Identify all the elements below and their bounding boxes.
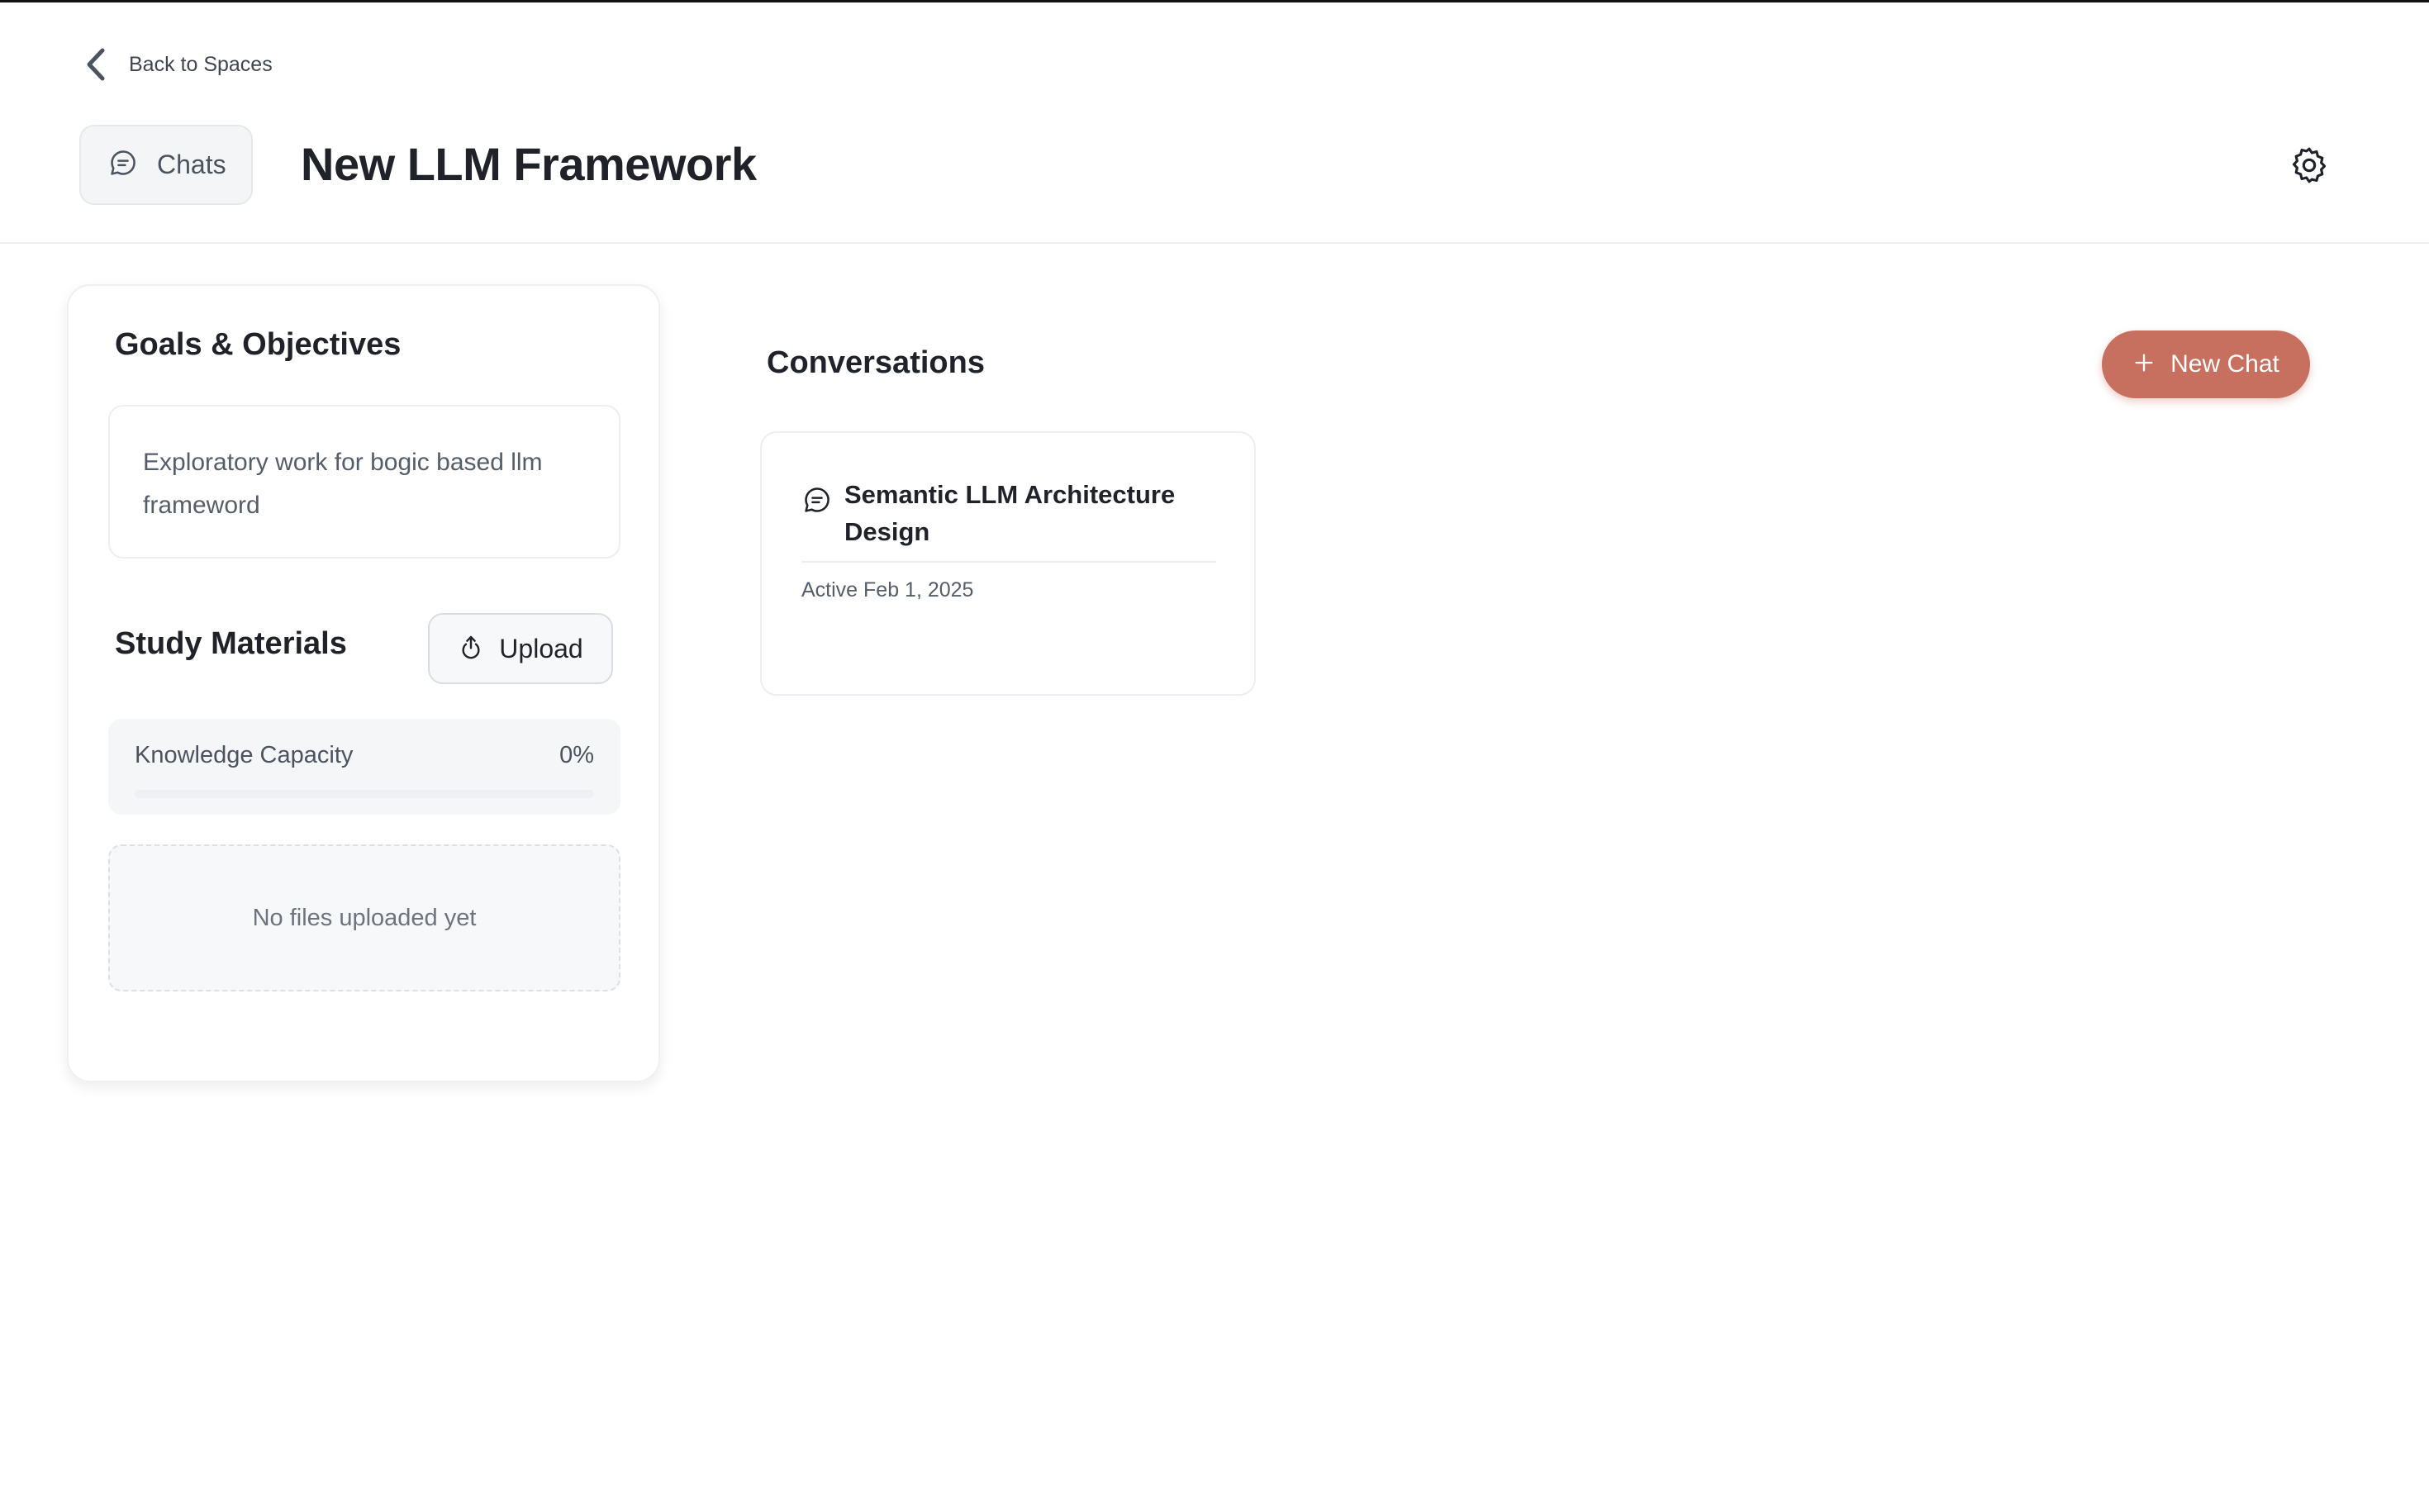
- conversation-activity: Active Feb 1, 2025: [801, 578, 974, 601]
- conversations-heading: Conversations: [767, 345, 985, 380]
- new-chat-button[interactable]: New Chat: [2102, 330, 2310, 398]
- upload-label: Upload: [499, 633, 583, 663]
- space-details-panel: Goals & Objectives Exploratory work for …: [67, 284, 660, 1082]
- header-divider: [0, 242, 2429, 244]
- goals-text[interactable]: Exploratory work for bogic based llm fra…: [108, 405, 620, 559]
- conversation-title: Semantic LLM Architecture Design: [844, 480, 1176, 546]
- conversation-card[interactable]: Semantic LLM Architecture Design Active …: [760, 431, 1256, 696]
- back-to-spaces-label: Back to Spaces: [129, 52, 273, 76]
- upload-button[interactable]: Upload: [428, 613, 613, 684]
- top-border: [0, 0, 2429, 2]
- capacity-label: Knowledge Capacity: [135, 742, 354, 768]
- upload-icon: [458, 634, 484, 664]
- chats-button[interactable]: Chats: [79, 125, 253, 205]
- capacity-progress-bar: [135, 790, 594, 798]
- knowledge-capacity: Knowledge Capacity 0%: [108, 719, 620, 815]
- plus-icon: [2132, 351, 2156, 378]
- chat-bubble-icon: [801, 484, 833, 516]
- back-to-spaces-link[interactable]: Back to Spaces: [81, 45, 273, 84]
- capacity-value: 0%: [559, 742, 594, 768]
- chevron-left-icon: [81, 45, 111, 84]
- files-empty-state: No files uploaded yet: [108, 844, 620, 991]
- page-title: New LLM Framework: [301, 138, 757, 190]
- gear-icon[interactable]: [2289, 145, 2330, 186]
- chats-label: Chats: [157, 150, 226, 179]
- study-materials-heading: Study Materials: [115, 626, 347, 661]
- conversation-divider: [801, 561, 1216, 563]
- goals-heading: Goals & Objectives: [115, 327, 402, 362]
- chat-bubble-icon: [107, 147, 139, 183]
- new-chat-label: New Chat: [2170, 350, 2279, 378]
